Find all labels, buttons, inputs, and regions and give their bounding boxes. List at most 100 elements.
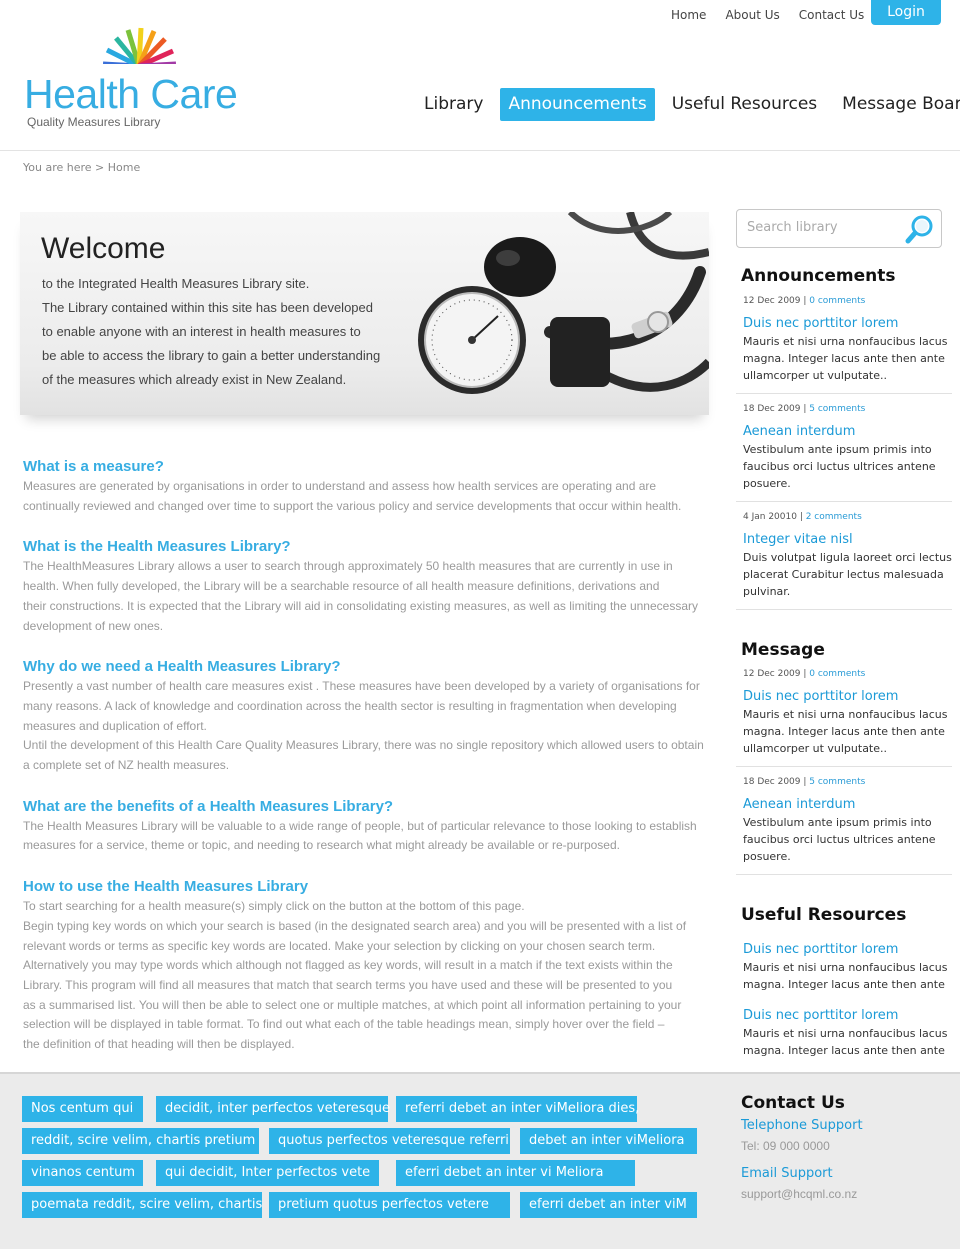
resources-excerpt: Mauris et nisi urna nonfaucibus lacus mag… [743, 959, 952, 993]
search-input[interactable] [747, 220, 897, 235]
footer-tag-link[interactable]: poemata reddit, scire velim, chartis [22, 1192, 262, 1218]
resources-item: Duis nec porttitor lorem Mauris et nisi u… [743, 942, 952, 993]
comments-link[interactable]: 0 comments [809, 296, 865, 306]
post-meta: 18 Dec 2009 | 5 comments [743, 404, 952, 418]
excerpt-line: pulvinar. [743, 585, 791, 598]
section-line: measures for a service, theme or topic, … [23, 838, 620, 853]
message-excerpt: Mauris et nisi urna nonfaucibus lacus mag… [743, 706, 952, 757]
sidebar-divider [736, 501, 952, 502]
search-icon[interactable] [905, 214, 935, 244]
section-line: measures and duplication of effort. [23, 718, 207, 733]
footer-tag-link[interactable]: vinanos centum [22, 1160, 143, 1186]
footer-tag-link[interactable]: qui decidit, Inter perfectos vete [156, 1160, 379, 1186]
section-line: health. When fully developed, the Librar… [23, 579, 660, 594]
section-text: The Health Measures Library will be valu… [23, 817, 713, 856]
section-text: Presently a vast number of health care m… [23, 677, 713, 776]
comments-link[interactable]: 5 comments [809, 777, 865, 787]
logo-title: Health Care [24, 71, 238, 117]
post-date: 12 Dec 2009 [743, 669, 801, 679]
nav-item-message-board[interactable]: Message Board [834, 88, 960, 121]
section-line: Until the development of this Health Car… [23, 738, 704, 753]
welcome-line: of the measures which already exist in N… [42, 372, 347, 387]
announcements-title-link[interactable]: Duis nec porttitor lorem [743, 316, 952, 332]
logo[interactable]: Health Care Quality Measures Library [24, 26, 264, 130]
section-text: Measures are generated by organisations … [23, 477, 713, 516]
footer-tag-link[interactable]: referri debet an inter viMeliora dies, [396, 1096, 639, 1122]
footer-tag-link[interactable]: eferri debet an inter viM [520, 1192, 697, 1218]
excerpt-line: magna. Integer lacus ante then ante [743, 978, 945, 991]
excerpt-line: magna. Integer lacus ante then ante [743, 725, 945, 738]
logo-subtitle: Quality Measures Library [27, 115, 161, 129]
resources-title-link[interactable]: Duis nec porttitor lorem [743, 942, 952, 958]
excerpt-line: Mauris et nisi urna nonfaucibus lacus [743, 1027, 948, 1040]
telephone-number: Tel: 09 000 0000 [741, 1139, 830, 1153]
comments-link[interactable]: 0 comments [809, 669, 865, 679]
welcome-title: Welcome [41, 232, 166, 265]
excerpt-line: posuere. [743, 477, 791, 490]
footer-tag-link[interactable]: debet an inter viMeliora [520, 1128, 697, 1154]
comments-link[interactable]: 2 comments [806, 512, 862, 522]
section-heading: Why do we need a Health Measures Library… [23, 658, 341, 676]
login-button[interactable]: Login [871, 0, 941, 25]
footer-tag-link[interactable]: Nos centum qui [22, 1096, 143, 1122]
message-title-link[interactable]: Duis nec porttitor lorem [743, 689, 952, 705]
welcome-line: be able to access the library to gain a … [42, 348, 381, 363]
announcements-title-link[interactable]: Aenean interdum [743, 424, 952, 440]
resources-excerpt: Mauris et nisi urna nonfaucibus lacus mag… [743, 1025, 952, 1059]
footer-tag-link[interactable]: eferri debet an inter vi Meliora [396, 1160, 635, 1186]
excerpt-line: Mauris et nisi urna nonfaucibus lacus [743, 335, 948, 348]
telephone-support-label: Telephone Support [741, 1118, 863, 1133]
nav-item-useful-resources[interactable]: Useful Resources [664, 88, 825, 121]
welcome-banner: Welcome to the Integrated Health Measure… [20, 212, 709, 415]
announcements-item: 12 Dec 2009 | 0 comments Duis nec porttit… [743, 296, 952, 384]
excerpt-line: placerat Curabitur lectus malesuada [743, 568, 944, 581]
sidebar-divider [736, 874, 952, 875]
message-title-link[interactable]: Aenean interdum [743, 797, 952, 813]
sidebar-divider [736, 393, 952, 394]
breadcrumb: You are here > Home [23, 161, 141, 174]
footer-tag-link[interactable]: decidit, inter perfectos veteresque [156, 1096, 390, 1122]
message-heading: Message [741, 640, 825, 660]
welcome-text: to the Integrated Health Measures Librar… [42, 272, 422, 392]
section-line: Library. This program will find all meas… [23, 977, 673, 992]
meta-separator: | [800, 669, 810, 679]
post-meta: 18 Dec 2009 | 5 comments [743, 777, 952, 791]
nav-item-library[interactable]: Library [416, 88, 491, 121]
section-line: To start searching for a health measure(… [23, 899, 525, 914]
blood-pressure-gauge-image [418, 212, 709, 394]
announcements-title-link[interactable]: Integer vitae nisl [743, 532, 952, 548]
announcements-item: 18 Dec 2009 | 5 comments Aenean interdum V… [743, 404, 952, 492]
excerpt-line: Mauris et nisi urna nonfaucibus lacus [743, 961, 948, 974]
comments-link[interactable]: 5 comments [809, 404, 865, 414]
resources-item: Duis nec porttitor lorem Mauris et nisi u… [743, 1008, 952, 1059]
nav-item-announcements[interactable]: Announcements [500, 88, 655, 121]
footer-tag-link[interactable]: pretium quotus perfectos vetere [269, 1192, 510, 1218]
welcome-line: The Library contained within this site h… [42, 300, 373, 315]
announcements-excerpt: Duis volutpat ligula laoreet orci lectus… [743, 549, 952, 600]
top-link-contact[interactable]: Contact Us [799, 8, 865, 22]
welcome-line: to the Integrated Health Measures Librar… [42, 276, 310, 291]
message-item: 18 Dec 2009 | 5 comments Aenean interdum V… [743, 777, 952, 865]
support-email[interactable]: support@hcqml.co.nz [741, 1187, 857, 1201]
sidebar-divider [736, 766, 952, 767]
section-line: development of new ones. [23, 618, 164, 633]
section-line: Measures are generated by organisations … [23, 479, 657, 493]
section-line: their constructions. It is expected that… [23, 598, 698, 613]
footer-tag-link[interactable]: reddit, scire velim, chartis pretium [22, 1128, 259, 1154]
meta-separator: | [800, 404, 810, 414]
excerpt-line: posuere. [743, 850, 791, 863]
email-support-label: Email Support [741, 1166, 833, 1181]
section-heading: How to use the Health Measures Library [23, 878, 309, 896]
top-link-about[interactable]: About Us [725, 8, 779, 22]
announcements-excerpt: Vestibulum ante ipsum primis into faucibu… [743, 441, 952, 492]
footer-tag-link[interactable]: quotus perfectos veteresque referri [269, 1128, 510, 1154]
post-date: 4 Jan 20010 [743, 512, 797, 522]
announcements-heading: Announcements [741, 266, 896, 286]
top-link-home[interactable]: Home [671, 8, 706, 22]
excerpt-line: faucibus orci luctus ultrices antene [743, 833, 936, 846]
excerpt-line: Vestibulum ante ipsum primis into [743, 816, 932, 829]
post-date: 12 Dec 2009 [743, 296, 801, 306]
meta-separator: | [800, 296, 810, 306]
section-line: The HealthMeasures Library allows a user… [23, 559, 673, 574]
resources-title-link[interactable]: Duis nec porttitor lorem [743, 1008, 952, 1024]
